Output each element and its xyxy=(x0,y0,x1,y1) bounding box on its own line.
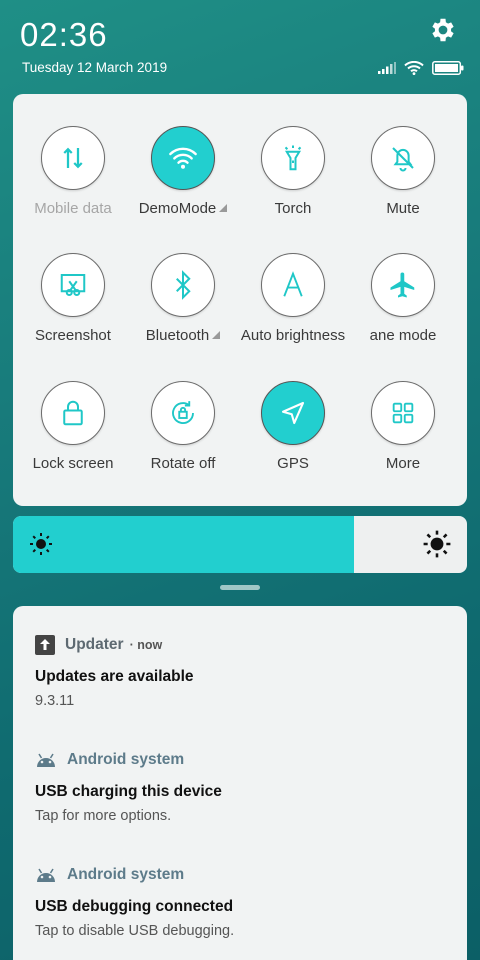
brightness-low-icon xyxy=(30,533,52,555)
tile-label-text: Bluetooth xyxy=(145,327,210,344)
notification-body: 9.3.11 xyxy=(35,693,75,709)
tile-label-text: Rotate off xyxy=(150,455,216,472)
bluetooth-icon xyxy=(176,270,191,300)
notification-usb-charging[interactable]: Android system USB charging this device … xyxy=(35,749,455,824)
tile-bluetooth[interactable]: Bluetooth xyxy=(128,253,238,363)
panel-drag-handle[interactable] xyxy=(220,585,260,590)
tile-label-text: DemoMode xyxy=(138,200,217,217)
tile-auto-brightness[interactable]: Auto brightness xyxy=(238,253,348,363)
tile-more[interactable]: More xyxy=(348,381,458,491)
status-header: 02:36 Tuesday 12 March 2019 xyxy=(0,0,480,90)
date[interactable]: Tuesday 12 March 2019 xyxy=(22,60,167,75)
tile-toggle-button[interactable] xyxy=(41,381,105,445)
tile-toggle-button[interactable] xyxy=(371,126,435,190)
notification-updater[interactable]: Updater · now Updates are available 9.3.… xyxy=(35,634,455,709)
notification-usb-debugging[interactable]: Android system USB debugging connected T… xyxy=(35,864,455,939)
notification-body: Tap to disable USB debugging. xyxy=(35,923,235,939)
tile-label-text: ane mode xyxy=(369,327,437,344)
tile-mobile-data[interactable]: Mobile data xyxy=(18,126,128,236)
tile-label-text: Screenshot xyxy=(35,327,111,344)
tile-label-text: Torch xyxy=(274,200,312,217)
tile-toggle-button[interactable] xyxy=(151,253,215,317)
tile-toggle-button[interactable] xyxy=(151,381,215,445)
notification-list: Updater · now Updates are available 9.3.… xyxy=(13,606,467,960)
notification-app-name: Android system xyxy=(67,751,185,768)
torch-icon xyxy=(284,145,302,171)
notification-title: Updates are available xyxy=(35,668,194,685)
tile-label: More xyxy=(338,455,468,472)
brightness-high-icon xyxy=(423,530,451,558)
update-arrow-icon xyxy=(35,635,55,655)
tile-screenshot[interactable]: Screenshot xyxy=(18,253,128,363)
android-icon xyxy=(37,753,55,767)
tile-demomode[interactable]: DemoMode xyxy=(128,126,238,236)
tile-lock-screen[interactable]: Lock screen xyxy=(18,381,128,491)
tile-toggle-button[interactable] xyxy=(41,253,105,317)
brightness-fill xyxy=(13,516,354,573)
battery-icon xyxy=(432,61,464,75)
tile-label-text: Auto brightness xyxy=(240,327,346,344)
airplane-icon xyxy=(390,272,415,298)
tile-label: Mute xyxy=(338,200,468,217)
notification-title: USB charging this device xyxy=(35,783,222,800)
android-icon xyxy=(37,868,55,882)
wifi-icon xyxy=(169,147,197,169)
tile-label-text: Lock screen xyxy=(32,455,114,472)
mute-bell-icon xyxy=(392,147,414,172)
mobile-data-icon xyxy=(63,147,83,169)
tile-label-text: Mute xyxy=(386,200,420,217)
wifi-status-icon xyxy=(404,61,424,75)
notification-time: · now xyxy=(129,638,163,652)
tile-label: ane mode xyxy=(338,327,468,344)
auto-brightness-icon xyxy=(283,271,303,297)
tile-ane-mode[interactable]: ane mode xyxy=(348,253,458,363)
brightness-slider[interactable] xyxy=(13,516,467,573)
quick-settings-panel: Mobile data DemoMode Torch Mute Screenshot Bl… xyxy=(13,94,467,506)
tile-label-text: GPS xyxy=(277,455,309,472)
tile-toggle-button[interactable] xyxy=(261,253,325,317)
tile-toggle-button[interactable] xyxy=(261,381,325,445)
gps-icon xyxy=(281,401,305,425)
rotate-lock-icon xyxy=(172,401,194,424)
tile-mute[interactable]: Mute xyxy=(348,126,458,236)
tile-toggle-button[interactable] xyxy=(151,126,215,190)
tile-label-text: More xyxy=(385,455,421,472)
tile-toggle-button[interactable] xyxy=(261,126,325,190)
expand-indicator-icon xyxy=(212,331,221,339)
notification-app-name: Android system xyxy=(67,866,185,883)
notification-title: USB debugging connected xyxy=(35,898,234,915)
tile-torch[interactable]: Torch xyxy=(238,126,348,236)
settings-gear-icon[interactable] xyxy=(428,15,458,45)
expand-indicator-icon xyxy=(219,204,228,212)
tile-toggle-button[interactable] xyxy=(371,381,435,445)
signal-icon xyxy=(378,62,396,74)
tile-gps[interactable]: GPS xyxy=(238,381,348,491)
grid-icon xyxy=(392,402,414,424)
clock[interactable]: 02:36 xyxy=(20,16,108,54)
system-icons xyxy=(378,60,464,76)
notification-app-name: Updater xyxy=(65,636,124,653)
tile-label-text: Mobile data xyxy=(34,200,112,217)
notification-body: Tap for more options. xyxy=(35,808,172,824)
tile-toggle-button[interactable] xyxy=(41,126,105,190)
screenshot-icon xyxy=(60,274,86,296)
tile-rotate-off[interactable]: Rotate off xyxy=(128,381,238,491)
lock-icon xyxy=(63,400,83,426)
tile-toggle-button[interactable] xyxy=(371,253,435,317)
